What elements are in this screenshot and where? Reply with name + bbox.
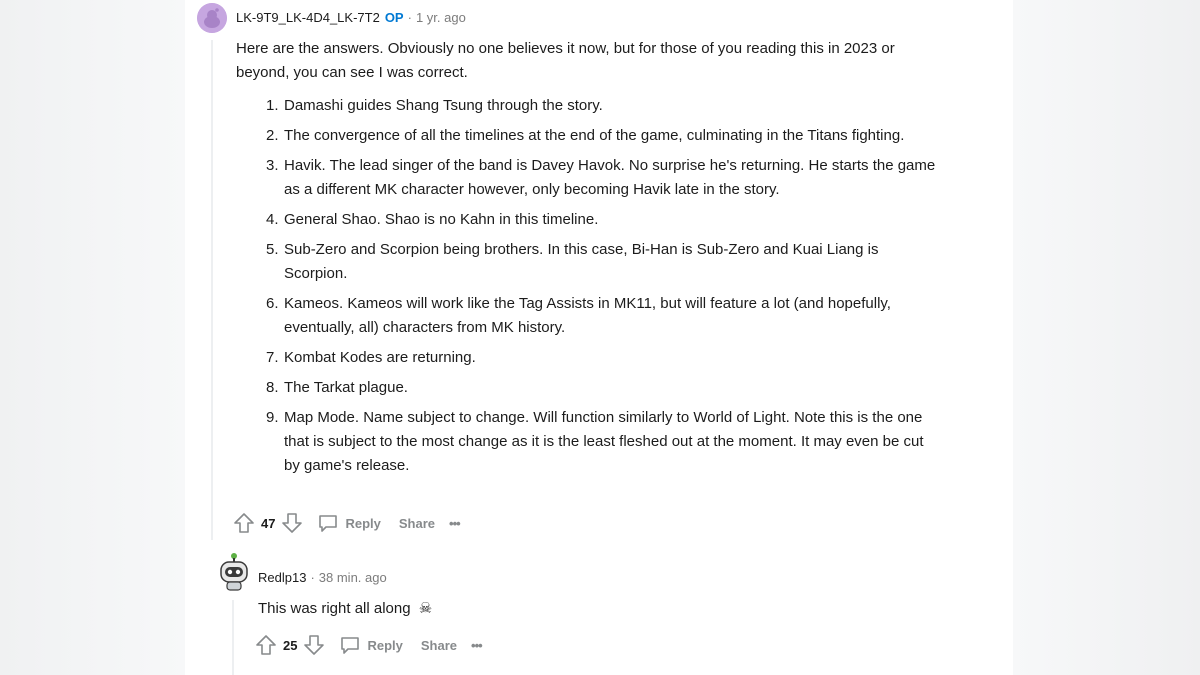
comment-bubble-icon [341, 637, 360, 654]
list-item: 4. General Shao. Shao is no Kahn in this … [260, 208, 940, 232]
answers-list: 1. Damashi guides Shang Tsung through the… [260, 94, 940, 484]
user-avatar[interactable] [218, 553, 250, 593]
share-label: Share [420, 637, 458, 653]
list-item-text: The Tarkat plague. [284, 379, 408, 396]
list-number: 6. [266, 295, 279, 312]
comment-actions: 47 Reply Share ••• [233, 512, 461, 534]
list-item: 2. The convergence of all the timelines a… [260, 124, 940, 148]
list-item: 1. Damashi guides Shang Tsung through the… [260, 94, 940, 118]
meta-separator: · [310, 570, 315, 585]
list-number: 3. [266, 157, 279, 174]
upvote-button[interactable] [233, 512, 255, 534]
downvote-button[interactable] [303, 634, 325, 656]
list-item-text: Map Mode. Name subject to change. Will f… [284, 409, 924, 474]
upvote-button[interactable] [255, 634, 277, 656]
list-number: 9. [266, 409, 279, 426]
list-number: 4. [266, 211, 279, 228]
reply-button[interactable]: Reply [339, 634, 403, 656]
list-item-text: The convergence of all the timelines at … [284, 127, 905, 144]
vote-score: 47 [261, 515, 276, 531]
comment-meta: LK-9T9_LK-4D4_LK-7T2 OP · 1 yr. ago [236, 10, 466, 25]
downvote-icon [304, 635, 325, 655]
robot-avatar-icon [220, 553, 248, 591]
reply-label: Reply [345, 515, 381, 531]
username-link[interactable]: Redlp13 [258, 570, 306, 585]
share-button[interactable]: Share [399, 516, 435, 531]
list-item-text: Kameos. Kameos will work like the Tag As… [284, 295, 891, 336]
more-icon: ••• [471, 637, 483, 653]
comment-text-content: This was right all along [258, 600, 411, 617]
list-item-text: Sub-Zero and Scorpion being brothers. In… [284, 241, 879, 282]
user-avatar[interactable] [197, 3, 227, 33]
upvote-icon [256, 635, 276, 655]
list-item-text: General Shao. Shao is no Kahn in this ti… [284, 211, 599, 228]
thread-line[interactable] [211, 40, 213, 540]
timestamp[interactable]: 1 yr. ago [416, 10, 466, 25]
list-number: 8. [266, 379, 279, 396]
list-item: 8. The Tarkat plague. [260, 376, 940, 400]
list-item-text: Damashi guides Shang Tsung through the s… [284, 97, 603, 114]
list-number: 1. [266, 97, 279, 114]
comment-intro: Here are the answers. Obviously no one b… [236, 40, 895, 81]
list-number: 2. [266, 127, 279, 144]
list-item: 6. Kameos. Kameos will work like the Tag … [260, 292, 940, 340]
left-background [0, 0, 185, 675]
list-number: 5. [266, 241, 279, 258]
list-item-text: Kombat Kodes are returning. [284, 349, 476, 366]
reply-label: Reply [367, 637, 403, 653]
list-item-text: Havik. The lead singer of the band is Da… [284, 157, 936, 198]
list-item: 7. Kombat Kodes are returning. [260, 346, 940, 370]
share-label: Share [398, 515, 436, 531]
comment-bubble-icon [319, 515, 338, 532]
reply-button[interactable]: Reply [317, 512, 381, 534]
list-item: 5. Sub-Zero and Scorpion being brothers. … [260, 238, 940, 286]
list-item: 9. Map Mode. Name subject to change. Will… [260, 406, 940, 478]
comment-actions: 25 Reply Share ••• [255, 634, 483, 656]
downvote-icon [282, 513, 303, 533]
more-options-button[interactable]: ••• [449, 515, 461, 531]
comment-meta: Redlp13 · 38 min. ago [258, 570, 387, 585]
snoo-avatar-icon [197, 3, 227, 33]
list-number: 7. [266, 349, 279, 366]
comment-text: This was right all along ☠ [258, 597, 758, 621]
downvote-button[interactable] [281, 512, 303, 534]
share-button[interactable]: Share [421, 638, 457, 653]
meta-separator: · [407, 10, 412, 25]
list-item: 3. Havik. The lead singer of the band is … [260, 154, 940, 202]
more-options-button[interactable]: ••• [471, 637, 483, 653]
upvote-icon [234, 513, 254, 533]
right-background [1013, 0, 1200, 675]
more-icon: ••• [449, 515, 461, 531]
thread-line[interactable] [232, 600, 234, 675]
op-badge: OP [384, 10, 404, 25]
timestamp[interactable]: 38 min. ago [319, 570, 387, 585]
comment-thread: LK-9T9_LK-4D4_LK-7T2 OP · 1 yr. ago Here… [185, 0, 1013, 675]
username-link[interactable]: LK-9T9_LK-4D4_LK-7T2 [236, 10, 380, 25]
vote-score: 25 [283, 637, 298, 653]
skull-crossbones-emoji: ☠ [418, 600, 433, 617]
